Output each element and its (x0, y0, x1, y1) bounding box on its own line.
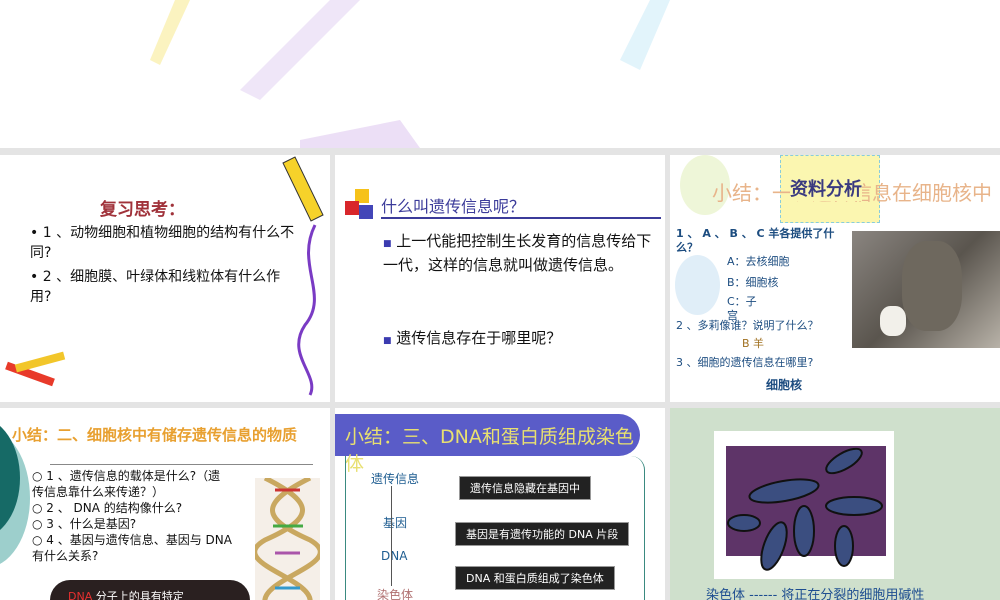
bullet-item: ○ 1 、遗传信息的载体是什么?（遗传信息靠什么来传递？） (32, 469, 221, 499)
bullet-item: ○ 4 、基因与遗传信息、基因与 DNA 有什么关系? (32, 533, 232, 563)
slide-thumbnail-5[interactable]: 小结：三、DNA和蛋白质组成染色体 遗传信息 基因 DNA 染色体 遗传信息隐藏… (335, 408, 665, 600)
slide-thumbnail-1[interactable]: 复习思考： • 1 、动物细胞和植物细胞的结构有什么不同? • 2 、细胞膜、叶… (0, 155, 330, 402)
slide-partial-top[interactable] (0, 0, 1000, 148)
slide-thumbnail-3[interactable]: 小结：一、遗传信息在细胞核中 资料分析 1 、 A 、 B 、 C 羊各提供了什… (670, 155, 1000, 402)
bullet-item: • 1 、动物细胞和植物细胞的结构有什么不同? (30, 225, 295, 261)
decorative-shapes-icon (150, 0, 670, 148)
slide-thumbnail-2[interactable]: 什么叫遗传信息呢？ ■ 上一代能把控制生长发育的信息传给下一代，这样的信息就叫做… (335, 155, 665, 402)
cloud-callout: DNA 分子上的具有特定 (50, 580, 250, 600)
slide-title: 什么叫遗传信息呢？ (381, 197, 526, 216)
slide-title: 小结：三、DNA和蛋白质组成染色体 (335, 414, 640, 475)
chromosome-photo (714, 431, 894, 579)
bullet-item: ○ 2 、 DNA 的结构像什么? (32, 501, 183, 515)
caption: 染色体 ------ 将正在分裂的细胞用碱性 (706, 588, 925, 600)
bullet-item: ■ 遗传信息存在于哪里呢？ (383, 329, 562, 347)
slide-thumbnail-6[interactable]: 染色体 ------ 将正在分裂的细胞用碱性 (670, 408, 1000, 600)
banner-text: 资料分析 (790, 175, 862, 201)
slide-thumbnail-4[interactable]: 小结：二、细胞核中有储存遗传信息的物质 ○ 1 、遗传信息的载体是什么?（遗传信… (0, 408, 330, 600)
info-box: 基因是有遗传功能的 DNA 片段 (455, 522, 630, 546)
info-box: 遗传信息隐藏在基因中 (459, 476, 591, 500)
bullet-item: ■ 上一代能把控制生长发育的信息传给下一代，这样的信息就叫做遗传信息。 (383, 232, 652, 274)
crayon-icon (282, 156, 324, 396)
bullet-item: ○ 3 、什么是基因? (32, 517, 137, 531)
info-box: DNA 和蛋白质组成了染色体 (455, 566, 615, 590)
squares-icon (345, 189, 373, 219)
slide-title: 小结：二、细胞核中有储存遗传信息的物质 (12, 426, 298, 444)
crayons-icon (5, 351, 66, 387)
bullet-item: • 2 、细胞膜、叶绿体和线粒体有什么作用? (30, 269, 281, 305)
dna-helix-icon (255, 478, 320, 600)
slide-title: 复习思考： (100, 200, 185, 220)
sheep-photo (852, 231, 1000, 348)
